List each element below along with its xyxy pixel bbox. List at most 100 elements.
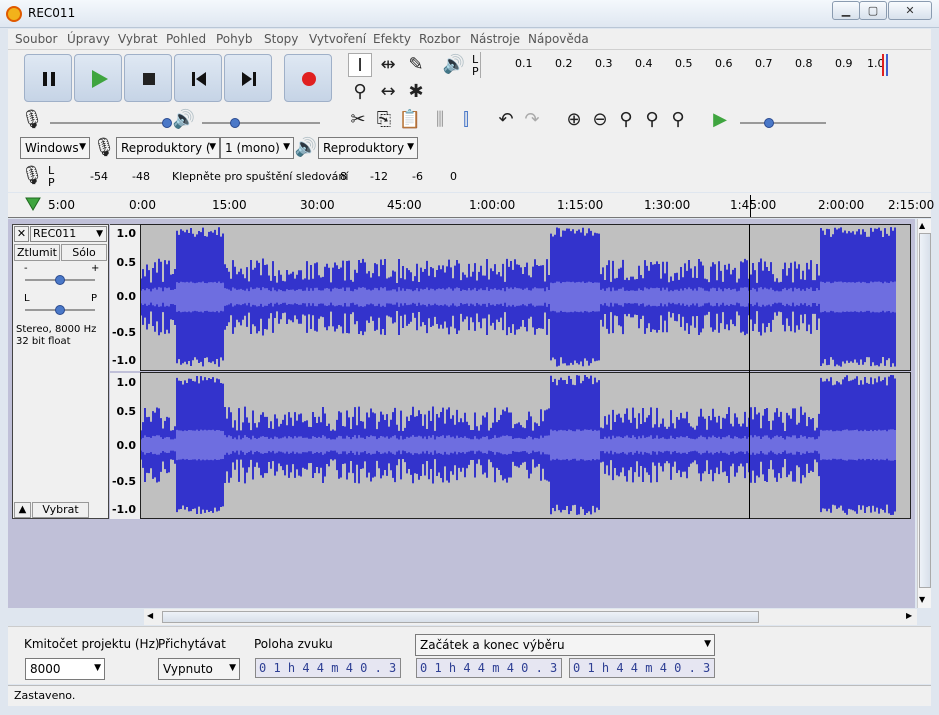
scale-tick: 0.0	[116, 439, 137, 452]
envelope-tool-icon[interactable]: ⇹	[376, 53, 400, 77]
playback-volume-slider[interactable]	[202, 118, 320, 128]
slider-knob[interactable]	[55, 275, 65, 285]
slider-knob[interactable]	[55, 305, 65, 315]
scroll-left-icon[interactable]: ◀	[147, 611, 153, 620]
waveform-left-svg	[141, 227, 896, 367]
gain-plus-label: +	[91, 263, 100, 274]
scale-tick: 0.5	[116, 405, 137, 418]
slider-knob[interactable]	[230, 118, 240, 128]
selection-mode-select[interactable]: Začátek a konec výběru ▼	[415, 634, 715, 656]
scale-tick: 0.5	[116, 256, 137, 269]
menu-vytvoreni[interactable]: Vytvoření	[309, 32, 366, 46]
solo-button[interactable]: Sólo	[61, 244, 107, 261]
pause-button[interactable]	[24, 54, 72, 102]
select-track-button[interactable]: Vybrat	[32, 502, 89, 518]
play-speed-slider[interactable]	[740, 118, 826, 128]
undo-icon[interactable]: ↶	[494, 108, 518, 132]
time-label: 45:00	[387, 198, 422, 212]
project-rate-select[interactable]: 8000 ▼	[25, 658, 105, 680]
rec-meter-p-label: P	[48, 176, 55, 189]
rec-meter-tick: 0	[450, 170, 457, 183]
record-button[interactable]	[284, 54, 332, 102]
zoom-in-icon[interactable]: ⊕	[562, 108, 586, 132]
menu-vybrat[interactable]: Vybrat	[118, 32, 158, 46]
maximize-button[interactable]: ▢	[859, 1, 887, 20]
speaker-meter-icon[interactable]: 🔊	[442, 53, 466, 77]
microphone-meter-icon[interactable]: 🎙	[20, 164, 44, 188]
meter-tick: 0.2	[555, 57, 573, 70]
timeline-cursor	[750, 195, 751, 217]
dropdown-arrow-icon: ▼	[283, 142, 290, 152]
horizontal-scroll-thumb[interactable]	[162, 611, 759, 623]
time-shift-tool-icon[interactable]: ↔	[376, 80, 400, 104]
scale-tick: 1.0	[116, 376, 137, 389]
zoom-out-icon[interactable]: ⊖	[588, 108, 612, 132]
menu-upravy[interactable]: Úpravy	[67, 32, 110, 46]
rec-meter-tick: 8	[340, 170, 347, 183]
zoom-tool-icon[interactable]: ⚲	[348, 80, 372, 104]
redo-icon[interactable]: ↷	[520, 108, 544, 132]
playback-device-select[interactable]: Reproduktory ▼	[318, 137, 418, 159]
pan-right-label: P	[91, 293, 98, 304]
timecode-value: 0 1 h 4 4 m 4 0 . 3 7 3 s	[573, 661, 714, 675]
copy-icon[interactable]: ⎘	[372, 108, 396, 132]
stop-button[interactable]	[124, 54, 172, 102]
multi-tool-icon[interactable]: ✱	[404, 80, 428, 104]
selection-end-field[interactable]: 0 1 h 4 4 m 4 0 . 3 7 3 s	[569, 658, 715, 678]
scroll-up-icon[interactable]: ▲	[919, 221, 925, 230]
record-icon	[302, 72, 316, 86]
audio-host-select[interactable]: Windows ▼	[20, 137, 90, 159]
recording-meter[interactable]: -54 -48 Klepněte pro spuštění sledování …	[58, 164, 462, 188]
selection-tool-icon[interactable]: I	[348, 53, 372, 77]
slider-knob[interactable]	[162, 118, 172, 128]
snap-select[interactable]: Vypnuto ▼	[158, 658, 240, 680]
mute-button[interactable]: Ztlumit	[14, 244, 60, 261]
zoom-toggle-icon[interactable]: ⚲	[666, 108, 690, 132]
fit-selection-icon[interactable]: ⚲	[614, 108, 638, 132]
paste-icon[interactable]: 📋	[398, 108, 422, 132]
scroll-right-icon[interactable]: ▶	[906, 611, 912, 620]
skip-to-end-button[interactable]	[224, 54, 272, 102]
silence-icon[interactable]: ⫿	[454, 108, 478, 132]
audio-position-field[interactable]: 0 1 h 4 4 m 4 0 . 3 7 3 s	[255, 658, 401, 678]
draw-tool-icon[interactable]: ✎	[404, 53, 428, 77]
menu-rozbor[interactable]: Rozbor	[419, 32, 460, 46]
gain-slider[interactable]	[25, 275, 95, 285]
play-at-speed-icon[interactable]: ▶	[708, 108, 732, 132]
menu-soubor[interactable]: Soubor	[15, 32, 57, 46]
recording-device-select[interactable]: Reproduktory (▼	[116, 137, 220, 159]
scroll-down-icon[interactable]: ▼	[919, 595, 925, 604]
waveform-left-channel[interactable]	[140, 224, 911, 371]
menu-nastroje[interactable]: Nástroje	[470, 32, 520, 46]
track-menu-button[interactable]: REC011 ▼	[30, 226, 107, 242]
close-track-icon[interactable]: ✕	[14, 226, 29, 242]
peak-indicator	[886, 54, 888, 76]
skip-to-start-button[interactable]	[174, 54, 222, 102]
horizontal-scrollbar[interactable]: ◀ ▶	[144, 609, 917, 625]
play-button[interactable]	[74, 54, 122, 102]
meter-tick: 0.8	[795, 57, 813, 70]
menu-stopy[interactable]: Stopy	[264, 32, 298, 46]
playback-meter[interactable]: 0.1 0.2 0.3 0.4 0.5 0.6 0.7 0.8 0.9 1.0	[480, 52, 890, 78]
recording-volume-slider[interactable]	[50, 118, 172, 128]
menu-efekty[interactable]: Efekty	[373, 32, 411, 46]
vertical-scrollbar[interactable]: ▲ ▼	[917, 219, 931, 608]
selection-start-field[interactable]: 0 1 h 4 4 m 4 0 . 3 7 3 s	[416, 658, 562, 678]
fit-project-icon[interactable]: ⚲	[640, 108, 664, 132]
menu-pohled[interactable]: Pohled	[166, 32, 206, 46]
minimize-button[interactable]: ▁	[832, 1, 860, 20]
collapse-track-icon[interactable]: ▲	[14, 502, 31, 518]
vertical-scroll-thumb[interactable]	[919, 233, 931, 588]
pan-slider[interactable]	[25, 305, 95, 315]
meter-tick: 0.1	[515, 57, 533, 70]
pinned-play-head-icon[interactable]	[24, 196, 42, 212]
timeline-ruler[interactable]: 5:00 0:00 15:00 30:00 45:00 1:00:00 1:15…	[8, 193, 934, 218]
recording-channels-select[interactable]: 1 (mono) ▼	[220, 137, 294, 159]
waveform-right-channel[interactable]	[140, 372, 911, 519]
menu-pohyb[interactable]: Pohyb	[216, 32, 252, 46]
slider-knob[interactable]	[764, 118, 774, 128]
menu-napoveda[interactable]: Nápověda	[528, 32, 589, 46]
cut-icon[interactable]: ✂	[346, 108, 370, 132]
close-window-button[interactable]: ✕	[888, 1, 932, 20]
trim-icon[interactable]: ⫼	[428, 108, 452, 132]
